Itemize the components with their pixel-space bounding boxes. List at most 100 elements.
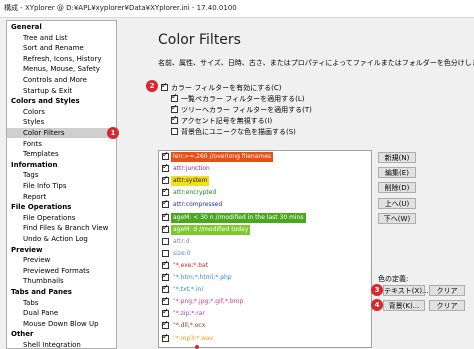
- option-checkbox[interactable]: [171, 128, 178, 135]
- sidebar-item[interactable]: Report: [7, 192, 116, 202]
- sidebar-item[interactable]: Sort and Rename: [7, 43, 116, 53]
- edit-button[interactable]: 編集(E): [378, 167, 416, 178]
- filter-row[interactable]: "*.png;*.jpg;*.gif;*.bmp: [159, 295, 371, 307]
- sidebar-item[interactable]: Tags: [7, 170, 116, 180]
- text-color-button[interactable]: テキスト(X)...: [383, 285, 429, 296]
- filter-row[interactable]: "*.mp3;*.wav: [159, 332, 371, 344]
- filter-checkbox[interactable]: [162, 198, 169, 209]
- background-color-button[interactable]: 背景(K)...: [383, 300, 425, 311]
- move-down-button[interactable]: 下へ(W): [378, 213, 416, 224]
- filter-expression: size:0: [173, 249, 191, 257]
- filter-checkbox[interactable]: [162, 259, 169, 269]
- filter-row[interactable]: size:0: [159, 249, 371, 259]
- filter-row[interactable]: "*.zip;*.rar: [159, 307, 371, 319]
- callout-badge-4: 4: [371, 299, 383, 311]
- enable-color-filters-checkbox[interactable]: [161, 81, 168, 91]
- filter-checkbox[interactable]: [162, 211, 169, 221]
- sidebar-item[interactable]: Find Files & Branch View: [7, 223, 116, 233]
- filter-checkbox[interactable]: [162, 332, 169, 342]
- sidebar-item[interactable]: Controls and More: [7, 75, 116, 85]
- filter-row[interactable]: attr:encrypted: [159, 186, 371, 198]
- sidebar-item[interactable]: Styles: [7, 117, 116, 127]
- filter-checkbox[interactable]: [162, 174, 169, 185]
- sidebar-category[interactable]: Information: [7, 160, 116, 170]
- color-filter-list[interactable]: len:>=.260 //overlong filenames attr:junc…: [158, 150, 372, 348]
- clear-text-color-button[interactable]: クリア: [429, 285, 465, 296]
- sidebar-category[interactable]: General: [7, 22, 116, 32]
- filter-row[interactable]: "*.htm;*.html;*.php: [159, 271, 371, 283]
- delete-button[interactable]: 削除(D): [378, 182, 416, 193]
- sidebar-item[interactable]: File Info Tips: [7, 181, 116, 191]
- sidebar-category[interactable]: File Operations: [7, 202, 116, 212]
- option-checkbox[interactable]: [171, 103, 178, 113]
- filter-expression: attr:compressed: [173, 201, 223, 209]
- filter-expression: ageM: d //modified today: [171, 224, 251, 235]
- filter-checkbox[interactable]: [162, 237, 169, 245]
- filter-checkbox[interactable]: [162, 162, 169, 173]
- filter-checkbox[interactable]: [162, 223, 169, 233]
- filter-checkbox[interactable]: [162, 186, 169, 197]
- clear-background-color-button[interactable]: クリア: [429, 300, 465, 311]
- sidebar-item[interactable]: Previewed Formats: [7, 266, 116, 276]
- filter-expression: "*.exe;*.bat: [173, 261, 209, 269]
- filter-checkbox[interactable]: [162, 295, 169, 306]
- filter-expression: attr:encrypted: [173, 189, 217, 197]
- sidebar-item[interactable]: Menus, Mouse, Safety: [7, 64, 116, 74]
- page-description: 名前、属性、サイズ、日時、古さ、またはプロパティによってファイルまたはフォルダー…: [158, 59, 474, 67]
- filter-checkbox[interactable]: [162, 271, 169, 281]
- filter-row[interactable]: "*.dll;*.ocx: [159, 319, 371, 331]
- sidebar-category[interactable]: Tabs and Panes: [7, 287, 116, 297]
- filter-expression: attr:d: [173, 237, 190, 245]
- option-checkbox[interactable]: [171, 92, 178, 102]
- filter-row[interactable]: attr:compressed: [159, 198, 371, 210]
- sidebar-item[interactable]: Templates: [7, 149, 116, 159]
- sidebar-item[interactable]: Shell Integration: [7, 340, 116, 348]
- filter-checkbox[interactable]: [162, 151, 169, 160]
- filter-expression: ageM: < 30 n //modified in the last 30 m…: [171, 212, 306, 223]
- filter-row[interactable]: attr:system: [159, 174, 371, 187]
- sidebar-category[interactable]: Preview: [7, 245, 116, 255]
- sidebar-item[interactable]: Fonts: [7, 139, 116, 149]
- sidebar-category[interactable]: Colors and Styles: [7, 96, 116, 106]
- filter-checkbox[interactable]: [162, 319, 169, 330]
- filter-row[interactable]: "*.exe;*.bat: [159, 259, 371, 271]
- sidebar-item[interactable]: Tabs: [7, 298, 116, 308]
- option-label: 一覧ペカラー フィルターを適用する(L): [181, 95, 305, 103]
- filter-expression: "*.txt;*.ini: [173, 286, 203, 294]
- sidebar-item[interactable]: Colors: [7, 107, 116, 117]
- sidebar-item[interactable]: Tree and List: [7, 33, 116, 43]
- filter-checkbox[interactable]: [162, 283, 169, 294]
- option-label: ツリーへカラー フィルターを適用する(T): [181, 106, 312, 114]
- sidebar-category[interactable]: Other: [7, 329, 116, 339]
- filter-row[interactable]: ageM: < 30 n //modified in the last 30 m…: [159, 211, 371, 223]
- filter-row[interactable]: "*.txt;*.ini: [159, 283, 371, 295]
- page-title: Color Filters: [158, 32, 241, 48]
- option-checkbox[interactable]: [171, 114, 178, 124]
- marker-dot: [195, 345, 199, 349]
- sidebar-item[interactable]: Undo & Action Log: [7, 234, 116, 244]
- title-bar: 構成 - XYplorer @ D:¥APL¥xyplorer¥Data¥XYp…: [0, 0, 474, 18]
- filter-row[interactable]: ageM: d //modified today: [159, 223, 371, 235]
- filter-checkbox[interactable]: [162, 307, 169, 318]
- option-label: アクセント記号を無視する(I): [181, 117, 273, 125]
- sidebar-item[interactable]: Preview: [7, 255, 116, 265]
- settings-category-tree[interactable]: General Tree and List Sort and Rename Refre…: [6, 20, 117, 349]
- filter-expression: "*.htm;*.html;*.php: [173, 274, 232, 281]
- filter-expression: attr:system: [171, 176, 210, 187]
- filter-expression: len:>=.260 //overlong filenames: [171, 152, 274, 162]
- callout-badge-2: 2: [146, 80, 158, 92]
- move-up-button[interactable]: 上へ(U): [378, 198, 416, 209]
- filter-checkbox[interactable]: [162, 249, 169, 257]
- sidebar-item[interactable]: Thumbnails: [7, 276, 116, 286]
- sidebar-item[interactable]: Mouse Down Blow Up: [7, 319, 116, 329]
- sidebar-item[interactable]: Color Filters: [7, 128, 116, 138]
- filter-row[interactable]: attr:junction: [159, 162, 371, 174]
- sidebar-item[interactable]: Refresh, Icons, History: [7, 54, 116, 64]
- sidebar-item[interactable]: File Operations: [7, 213, 116, 223]
- new-button[interactable]: 新規(N): [378, 152, 416, 163]
- filter-row[interactable]: attr:d: [159, 237, 371, 247]
- sidebar-item[interactable]: Startup & Exit: [7, 86, 116, 96]
- filter-row[interactable]: len:>=.260 //overlong filenames: [159, 151, 371, 162]
- sidebar-item[interactable]: Dual Pane: [7, 308, 116, 318]
- callout-badge-3: 3: [371, 284, 383, 296]
